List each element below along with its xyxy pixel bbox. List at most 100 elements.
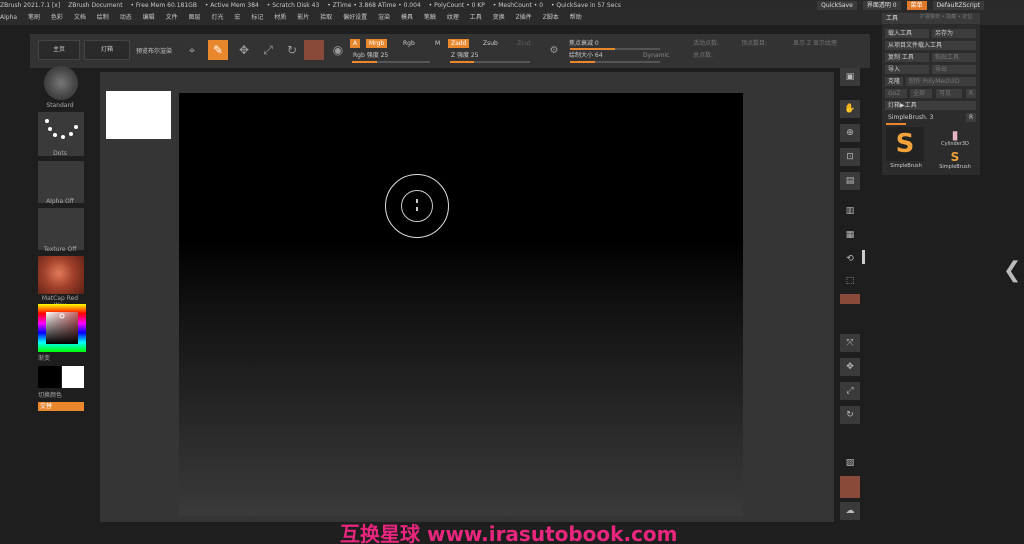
- z-intensity-slider[interactable]: Z 强度 25: [448, 51, 482, 60]
- menu-item[interactable]: 渲染: [378, 11, 390, 25]
- material-sphere-icon[interactable]: [38, 256, 84, 294]
- rotate-icon[interactable]: ↻: [282, 40, 302, 60]
- zadd-toggle[interactable]: Zadd: [448, 39, 470, 48]
- lsym-icon[interactable]: ⬚: [840, 272, 860, 290]
- scale-view-icon[interactable]: ⤢: [840, 382, 860, 400]
- ui-transparency-slider[interactable]: 界面透明 0: [862, 1, 901, 10]
- tool-slider-fill[interactable]: [886, 123, 906, 125]
- panel-divider[interactable]: [862, 250, 865, 264]
- zoom-icon[interactable]: ⊕: [840, 124, 860, 142]
- xyz-icon[interactable]: [840, 294, 860, 304]
- import-button[interactable]: 导入: [885, 65, 929, 74]
- visible-button[interactable]: 可见: [936, 89, 962, 98]
- move-view-icon[interactable]: ✥: [840, 358, 860, 376]
- menu-item[interactable]: 文件: [166, 11, 178, 25]
- collapse-tray-icon[interactable]: ❮: [1003, 258, 1021, 290]
- default-zscript-button[interactable]: DefaultZScript: [932, 1, 984, 10]
- zsub-toggle[interactable]: Zsub: [480, 39, 501, 48]
- menu-item[interactable]: 变换: [493, 11, 505, 25]
- edit-icon[interactable]: ⌖: [182, 40, 202, 60]
- save-as-button[interactable]: 另存为: [932, 29, 976, 38]
- rgb-intensity-track[interactable]: [352, 61, 430, 63]
- make-polymesh-button[interactable]: 制作 PolyMesh3D: [906, 77, 976, 86]
- draw-icon[interactable]: ✎: [208, 40, 228, 60]
- zcut-toggle[interactable]: Zcut: [514, 39, 534, 48]
- a-toggle[interactable]: A: [350, 39, 361, 48]
- menu-item[interactable]: 编辑: [143, 11, 155, 25]
- brush-standard-icon[interactable]: [44, 66, 78, 100]
- r-button[interactable]: R: [966, 89, 976, 98]
- rgb-toggle[interactable]: Rgb: [400, 39, 418, 48]
- scale-icon[interactable]: ⤢: [258, 40, 278, 60]
- solo-icon[interactable]: ☁: [840, 502, 860, 520]
- alternate-button[interactable]: 交替: [38, 402, 84, 411]
- menu-item[interactable]: 工具: [470, 11, 482, 25]
- aahalf-icon[interactable]: ▤: [840, 172, 860, 190]
- polyframe-icon[interactable]: ▨: [840, 454, 860, 472]
- menu-item[interactable]: 动态: [120, 11, 132, 25]
- scroll-icon[interactable]: ✋: [840, 100, 860, 118]
- bpr-icon[interactable]: ▣: [840, 68, 860, 86]
- copy-tool-button[interactable]: 复制 工具: [885, 53, 929, 62]
- z-intensity-track[interactable]: [450, 61, 530, 63]
- menu-item[interactable]: 影片: [297, 11, 309, 25]
- menu-item[interactable]: 宏: [234, 11, 240, 25]
- focal-shift-slider[interactable]: 焦点衰减 0: [566, 39, 602, 48]
- menu-item[interactable]: 灯光: [211, 11, 223, 25]
- menu-item[interactable]: 偏好设置: [343, 11, 367, 25]
- floor-icon[interactable]: ▦: [840, 226, 860, 244]
- material-swatch-icon[interactable]: [304, 40, 324, 60]
- menu-item[interactable]: Z插件: [516, 11, 532, 25]
- load-tool-button[interactable]: 载入工具: [885, 29, 929, 38]
- m-toggle[interactable]: M: [432, 39, 443, 48]
- lightbox-tools-button[interactable]: 灯箱▶工具: [885, 101, 976, 110]
- menu-item[interactable]: 绘制: [97, 11, 109, 25]
- menu-item[interactable]: 色彩: [51, 11, 63, 25]
- quicksave-button[interactable]: QuickSave: [817, 1, 857, 10]
- current-tool-label[interactable]: SimpleBrush. 3: [885, 113, 963, 122]
- switch-color-label[interactable]: 切换颜色: [38, 390, 86, 399]
- menu-item[interactable]: 材质: [274, 11, 286, 25]
- document-canvas[interactable]: [179, 93, 743, 516]
- simplebrush-small-icon[interactable]: S: [936, 149, 974, 165]
- export-button[interactable]: 导出: [932, 65, 976, 74]
- texture-slot-icon[interactable]: [38, 208, 84, 250]
- menu-item[interactable]: 标记: [251, 11, 263, 25]
- rgb-intensity-slider[interactable]: Rgb 强度 25: [350, 51, 391, 60]
- local-icon[interactable]: ⟲: [840, 250, 860, 268]
- actual-icon[interactable]: ⊡: [840, 148, 860, 166]
- spotlight-icon[interactable]: ◉: [328, 40, 348, 60]
- all-button[interactable]: 全部: [910, 89, 932, 98]
- frame-icon[interactable]: ⤧: [840, 334, 860, 352]
- live-boolean-label[interactable]: 预览布尔渲染: [136, 46, 172, 55]
- menu-item[interactable]: 拾取: [320, 11, 332, 25]
- navigation-thumbnail[interactable]: [106, 91, 171, 139]
- draw-size-track[interactable]: [570, 61, 660, 63]
- menus-button[interactable]: 菜单: [906, 1, 927, 10]
- color-picker-icon[interactable]: [38, 304, 86, 352]
- clone-button[interactable]: 克隆: [885, 77, 903, 86]
- tool-panel-options[interactable]: 扩展菜单 • 隐藏 • 定位: [920, 13, 972, 20]
- simplebrush-large-icon[interactable]: S: [886, 127, 924, 161]
- main-color-swatch[interactable]: [38, 366, 61, 388]
- mrgb-toggle[interactable]: Mrgb: [366, 39, 388, 48]
- secondary-color-swatch[interactable]: [62, 366, 84, 388]
- menu-item[interactable]: 模具: [401, 11, 413, 25]
- menu-item[interactable]: 图层: [189, 11, 201, 25]
- menu-item[interactable]: 笔触: [424, 11, 436, 25]
- move-icon[interactable]: ✥: [234, 40, 254, 60]
- alpha-slot-icon[interactable]: [38, 161, 84, 203]
- transp-icon[interactable]: [840, 476, 860, 498]
- menu-item[interactable]: 文档: [74, 11, 86, 25]
- paste-tool-button[interactable]: 粘贴工具: [932, 53, 976, 62]
- focal-shift-track[interactable]: [570, 48, 660, 50]
- menu-item[interactable]: 笔刷: [28, 11, 40, 25]
- menu-item[interactable]: 纹理: [447, 11, 459, 25]
- rotate-view-icon[interactable]: ↻: [840, 406, 860, 424]
- dynamic-toggle[interactable]: Dynamic: [640, 51, 672, 60]
- r2-button[interactable]: R: [966, 113, 976, 122]
- menu-item[interactable]: Alpha: [0, 11, 17, 25]
- menu-item[interactable]: 帮助: [570, 11, 582, 25]
- home-button[interactable]: 主页: [38, 40, 80, 60]
- menu-item[interactable]: Z脚本: [543, 11, 559, 25]
